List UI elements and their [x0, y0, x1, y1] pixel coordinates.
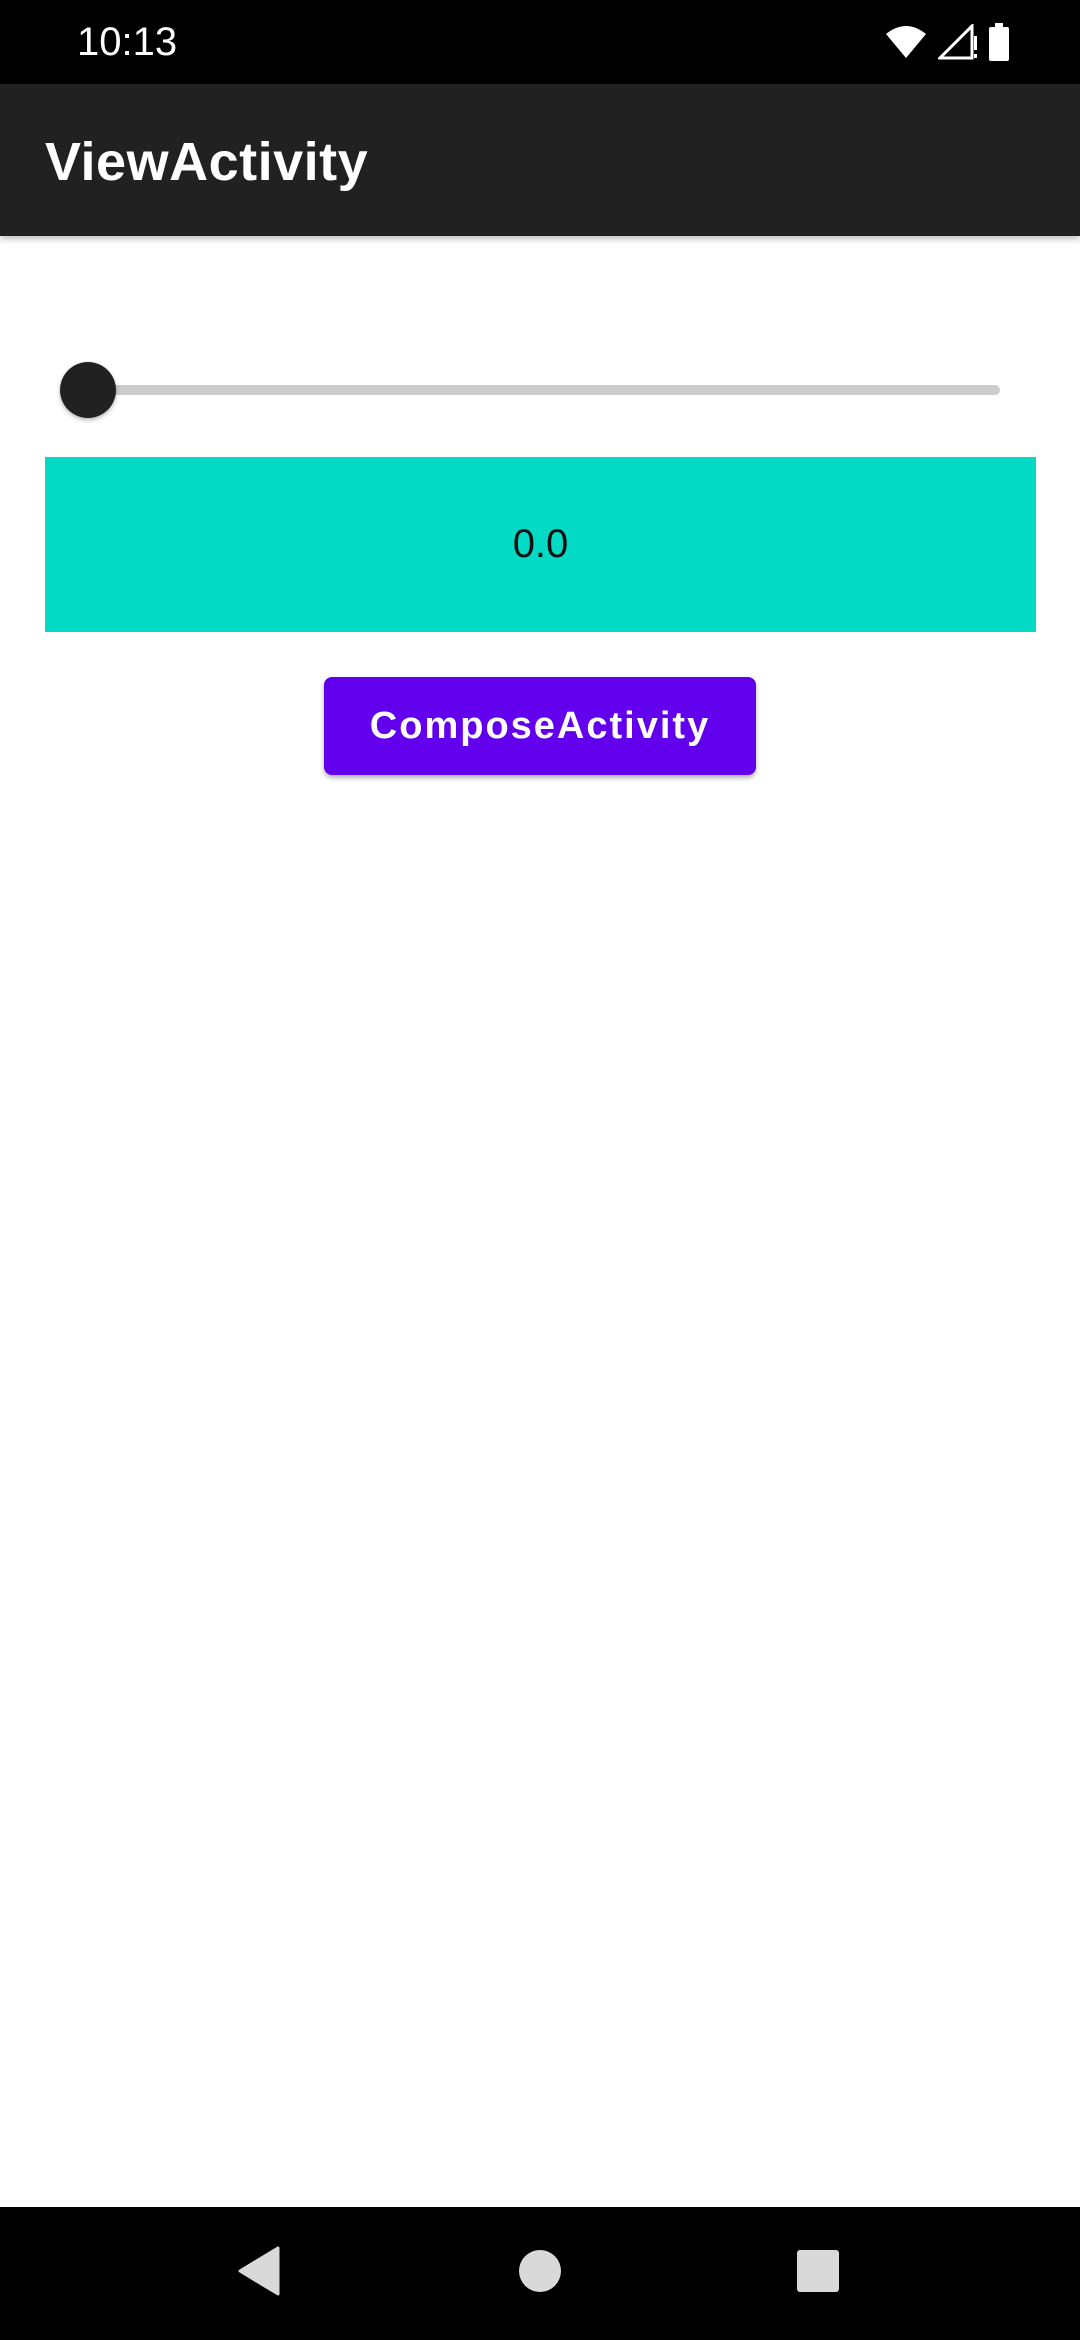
cell-signal-icon: [938, 24, 978, 60]
status-time: 10:13: [77, 20, 178, 64]
navigation-bar: [0, 2207, 1080, 2340]
slider-thumb[interactable]: [60, 362, 116, 418]
recents-icon: [797, 2249, 839, 2297]
slider-track[interactable]: [88, 385, 1000, 395]
app-bar: ViewActivity: [0, 84, 1080, 236]
status-bar: 10:13: [0, 0, 1080, 84]
wifi-icon: [884, 24, 928, 60]
compose-activity-button-label: ComposeActivity: [369, 704, 711, 747]
value-slider[interactable]: [60, 360, 1000, 420]
screen: 10:13 ViewActivity 0.0 ComposeActivity: [0, 0, 1080, 2340]
battery-icon: [988, 23, 1010, 61]
app-title: ViewActivity: [45, 132, 369, 192]
nav-recents-button[interactable]: [780, 2235, 856, 2311]
value-text: 0.0: [512, 522, 569, 566]
status-icons: [884, 22, 1010, 62]
value-display: 0.0: [45, 457, 1036, 632]
nav-back-button[interactable]: [222, 2235, 298, 2311]
nav-home-button[interactable]: [502, 2235, 578, 2311]
home-icon: [518, 2249, 562, 2298]
compose-activity-button[interactable]: ComposeActivity: [324, 677, 756, 775]
back-icon: [238, 2246, 282, 2301]
